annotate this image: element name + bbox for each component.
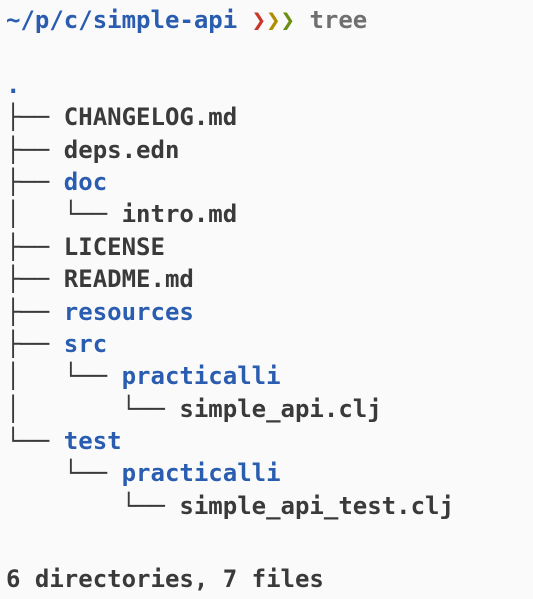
- directory-name: doc: [64, 168, 107, 196]
- tree-line: ├── LICENSE: [6, 231, 527, 263]
- file-name: simple_api_test.clj: [179, 492, 454, 520]
- tree-line: └── simple_api_test.clj: [6, 490, 527, 522]
- file-name: intro.md: [122, 200, 238, 228]
- tree-branch: │ └──: [6, 362, 122, 390]
- directory-name: test: [64, 427, 122, 455]
- prompt-chevrons: ❯❯❯: [252, 6, 295, 34]
- tree-branch: ├──: [6, 136, 64, 164]
- command-text: tree: [295, 6, 367, 34]
- tree-line: ├── resources: [6, 296, 527, 328]
- tree-branch: │ └──: [6, 200, 122, 228]
- tree-branch: ├──: [6, 298, 64, 326]
- tree-line: │ └── simple_api.clj: [6, 393, 527, 425]
- directory-name: resources: [64, 298, 194, 326]
- file-name: README.md: [64, 265, 194, 293]
- tree-line: ├── CHANGELOG.md: [6, 101, 527, 133]
- tree-line: │ └── intro.md: [6, 198, 527, 230]
- file-name: CHANGELOG.md: [64, 103, 237, 131]
- chevron-icon: ❯: [266, 6, 280, 34]
- directory-name: src: [64, 330, 107, 358]
- chevron-icon: ❯: [252, 6, 266, 34]
- tree-line: ├── src: [6, 328, 527, 360]
- tree-branch: └──: [6, 459, 122, 487]
- tree-branch: ├──: [6, 233, 64, 261]
- file-name: LICENSE: [64, 233, 165, 261]
- tree-root-dot: .: [6, 71, 20, 99]
- chevron-icon: ❯: [281, 6, 295, 34]
- file-name: deps.edn: [64, 136, 180, 164]
- tree-line: └── test: [6, 425, 527, 457]
- tree-branch: │ └──: [6, 395, 179, 423]
- tree-summary: 6 directories, 7 files: [6, 563, 527, 595]
- tree-branch: ├──: [6, 265, 64, 293]
- file-name: simple_api.clj: [179, 395, 381, 423]
- tree-branch: └──: [6, 427, 64, 455]
- tree-line: │ └── practicalli: [6, 360, 527, 392]
- tree-line: ├── doc: [6, 166, 527, 198]
- prompt-line[interactable]: ~/p/c/simple-api ❯❯❯ tree: [6, 4, 527, 36]
- tree-line: └── practicalli: [6, 457, 527, 489]
- directory-name: practicalli: [122, 459, 281, 487]
- tree-line: ├── deps.edn: [6, 134, 527, 166]
- tree-line: ├── README.md: [6, 263, 527, 295]
- prompt-path: ~/p/c/simple-api: [6, 6, 252, 34]
- directory-name: practicalli: [122, 362, 281, 390]
- tree-branch: ├──: [6, 168, 64, 196]
- tree-branch: └──: [6, 492, 179, 520]
- tree-output: . ├── CHANGELOG.md├── deps.edn├── doc│ └…: [6, 36, 527, 554]
- tree-branch: ├──: [6, 330, 64, 358]
- tree-lines: ├── CHANGELOG.md├── deps.edn├── doc│ └──…: [6, 101, 527, 522]
- tree-branch: ├──: [6, 103, 64, 131]
